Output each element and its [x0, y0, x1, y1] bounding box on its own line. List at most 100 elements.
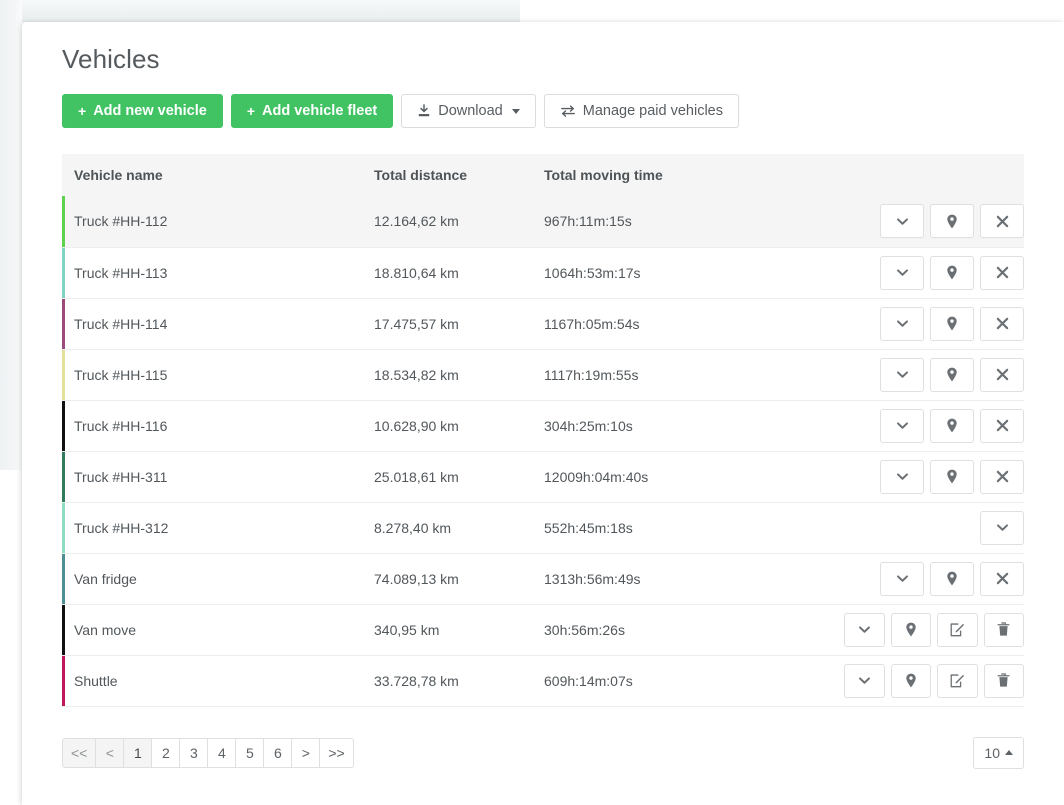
close-button[interactable] [980, 357, 1024, 392]
table-row[interactable]: Truck #HH-116 10.628,90 km 304h:25m:10s [62, 400, 1024, 451]
map-marker-button[interactable] [930, 306, 974, 341]
trash-button[interactable] [983, 612, 1024, 647]
chevron-down-button[interactable] [880, 255, 924, 290]
chevron-down-button[interactable] [844, 612, 885, 647]
pagination[interactable]: << <1 2 3 4 5 6 > >> [62, 737, 354, 768]
map-marker-icon [904, 622, 918, 637]
vehicle-color-bar [62, 655, 65, 706]
plus-icon: + [246, 103, 255, 119]
cell-total-moving-time: 1167h:05m:54s [544, 315, 640, 332]
close-button[interactable] [980, 306, 1024, 341]
chevron-down-button[interactable] [980, 510, 1024, 545]
map-marker-button[interactable] [890, 663, 931, 698]
chevron-down-button[interactable] [844, 663, 885, 698]
close-icon [996, 572, 1009, 585]
page-size-selector[interactable]: 10 [973, 736, 1024, 769]
row-action-group [844, 561, 1024, 596]
pagination-button-5[interactable]: 5 [236, 737, 265, 768]
row-action-group [844, 408, 1024, 443]
cell-vehicle-name: Truck #HH-112 [62, 196, 362, 247]
map-marker-button[interactable] [930, 408, 974, 443]
pagination-button-3[interactable]: 3 [180, 737, 209, 768]
close-icon [996, 368, 1009, 381]
pagination-button-next[interactable]: > [292, 737, 321, 768]
toolbar: + Add new vehicle + Add vehicle fleet Do… [42, 76, 1044, 128]
edit-button[interactable] [937, 663, 978, 698]
cell-row-actions [832, 553, 1024, 604]
cell-total-distance: 8.278,40 km [374, 519, 452, 536]
table-row[interactable]: Shuttle 33.728,78 km 609h:14m:07s [62, 655, 1024, 706]
chevron-down-icon [511, 108, 520, 114]
vehicle-name-label: Truck #HH-114 [74, 315, 168, 332]
pagination-button-nextnext[interactable]: >> [320, 737, 354, 768]
manage-paid-vehicles-button[interactable]: Manage paid vehicles [543, 94, 739, 128]
chevron-down-button[interactable] [880, 306, 924, 341]
vehicle-name-label: Van fridge [74, 570, 137, 587]
chevron-down-button[interactable] [880, 459, 924, 494]
edit-button[interactable] [937, 612, 978, 647]
map-marker-icon [945, 367, 959, 382]
table-row[interactable]: Truck #HH-115 18.534,82 km 1117h:19m:55s [62, 349, 1024, 400]
pagination-button-6[interactable]: 6 [264, 737, 293, 768]
vehicle-name-label: Truck #HH-116 [74, 417, 168, 434]
vehicles-table: Vehicle name Total distance Total moving… [62, 154, 1024, 707]
pagination-button-1[interactable]: 1 [124, 737, 153, 768]
add-vehicle-fleet-button[interactable]: + Add vehicle fleet [230, 94, 394, 128]
edit-icon [950, 622, 965, 637]
map-marker-button[interactable] [890, 612, 931, 647]
chevron-down-icon [895, 316, 910, 331]
row-action-group [844, 357, 1024, 392]
cell-total-moving-time: 1117h:19m:55s [544, 366, 639, 383]
pagination-button-4[interactable]: 4 [208, 737, 237, 768]
map-marker-button[interactable] [930, 459, 974, 494]
table-row[interactable]: Truck #HH-311 25.018,61 km 12009h:04m:40s [62, 451, 1024, 502]
map-marker-button[interactable] [930, 255, 974, 290]
table-row[interactable]: Van fridge 74.089,13 km 1313h:56m:49s [62, 553, 1024, 604]
close-button[interactable] [980, 204, 1024, 239]
cell-total-distance: 12.164,62 km [374, 213, 459, 230]
add-new-vehicle-button[interactable]: + Add new vehicle [62, 94, 223, 128]
map-marker-button[interactable] [930, 357, 974, 392]
plus-icon: + [78, 103, 87, 119]
table-row[interactable]: Truck #HH-113 18.810,64 km 1064h:53m:17s [62, 247, 1024, 298]
vehicle-name-label: Truck #HH-311 [74, 468, 168, 485]
table-row[interactable]: Truck #HH-112 12.164,62 km 967h:11m:15s [62, 196, 1024, 247]
cell-row-actions [832, 451, 1024, 502]
pagination-button-prev[interactable]: < [96, 737, 125, 768]
cell-row-actions [832, 502, 1024, 553]
pagination-button-prevprev[interactable]: << [62, 737, 97, 768]
close-button[interactable] [980, 408, 1024, 443]
chevron-up-icon [1005, 750, 1013, 755]
close-icon [996, 419, 1009, 432]
column-header-total-moving-time: Total moving time [532, 154, 832, 196]
map-marker-icon [945, 571, 959, 586]
map-marker-button[interactable] [930, 561, 974, 596]
cell-total-moving-time: 12009h:04m:40s [544, 468, 649, 485]
add-vehicle-fleet-label: Add vehicle fleet [262, 102, 378, 119]
download-button[interactable]: Download [401, 94, 536, 128]
page-root: Vehicles + Add new vehicle + Add vehicle… [0, 0, 1064, 805]
chevron-down-button[interactable] [880, 561, 924, 596]
cell-total-distance: 340,95 km [374, 621, 440, 638]
map-marker-button[interactable] [930, 204, 974, 239]
close-button[interactable] [980, 561, 1024, 596]
chevron-down-button[interactable] [880, 357, 924, 392]
chevron-down-button[interactable] [880, 204, 924, 239]
close-button[interactable] [980, 459, 1024, 494]
close-button[interactable] [980, 255, 1024, 290]
cell-total-distance: 18.534,82 km [374, 366, 459, 383]
table-row[interactable]: Truck #HH-312 8.278,40 km 552h:45m:18s [62, 502, 1024, 553]
table-row[interactable]: Van move 340,95 km 30h:56m:26s [62, 604, 1024, 655]
trash-button[interactable] [983, 663, 1024, 698]
row-action-group [844, 204, 1024, 239]
pagination-button-2[interactable]: 2 [152, 737, 181, 768]
table-row[interactable]: Truck #HH-114 17.475,57 km 1167h:05m:54s [62, 298, 1024, 349]
manage-paid-vehicles-label: Manage paid vehicles [582, 102, 723, 119]
cell-total-distance: 25.018,61 km [374, 468, 459, 485]
chevron-down-button[interactable] [880, 408, 924, 443]
vehicle-color-bar [62, 553, 65, 604]
vehicle-name-label: Truck #HH-112 [74, 213, 168, 230]
vehicle-name-label: Van move [74, 621, 136, 638]
cell-total-moving-time: 609h:14m:07s [544, 672, 633, 689]
vehicle-name-label: Truck #HH-113 [74, 264, 168, 281]
